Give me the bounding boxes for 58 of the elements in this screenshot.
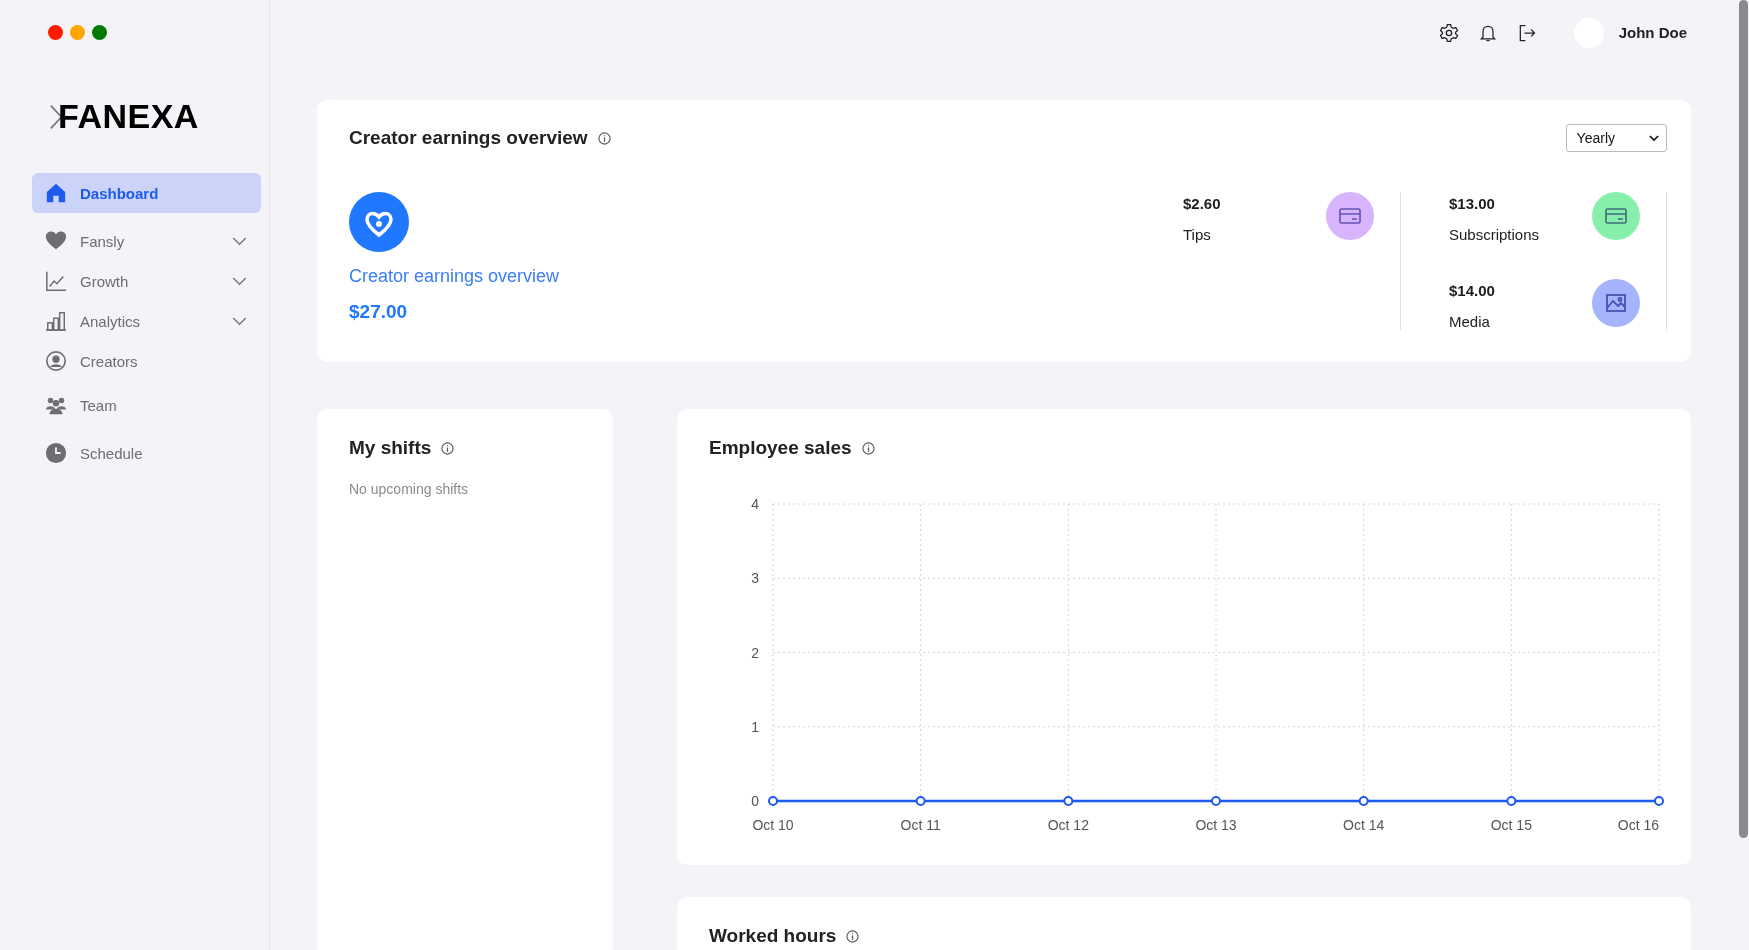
- bar-chart-icon: [45, 310, 67, 332]
- scrollbar[interactable]: [1739, 0, 1748, 838]
- period-select[interactable]: Yearly: [1565, 124, 1667, 152]
- stat-amount: $2.60: [1183, 195, 1221, 212]
- data-point: [1211, 796, 1221, 806]
- user-name[interactable]: John Doe: [1618, 24, 1687, 41]
- clock-icon: [45, 442, 67, 464]
- heart-badge-icon: [349, 192, 409, 252]
- axis-tick-label: 4: [751, 496, 759, 512]
- sidebar-item[interactable]: Fansly: [32, 221, 261, 261]
- axis-tick-label: Oct 12: [1047, 817, 1089, 833]
- window-control[interactable]: [92, 25, 107, 40]
- chart-line-icon: [45, 270, 67, 292]
- axis-tick-label: 1: [751, 718, 759, 735]
- axis-tick-label: Oct 15: [1490, 817, 1532, 833]
- info-icon[interactable]: [846, 929, 860, 943]
- card-title: Employee sales: [709, 437, 852, 459]
- card-title: My shifts: [349, 437, 432, 459]
- axis-tick-label: 0: [751, 793, 759, 809]
- axis-tick-label: Oct 10: [752, 817, 794, 833]
- stat-amount: $13.00: [1449, 195, 1496, 212]
- stat-label: Subscriptions: [1449, 226, 1540, 243]
- data-point: [768, 796, 778, 806]
- caret-icon: [1649, 134, 1659, 142]
- axis-tick-label: Oct 13: [1195, 817, 1237, 833]
- sidebar-item[interactable]: Analytics: [32, 301, 261, 341]
- user-circle-icon: [45, 350, 67, 372]
- sidebar-item[interactable]: Schedule: [32, 429, 261, 477]
- axis-tick-label: 2: [751, 644, 759, 661]
- empty-message: No upcoming shifts: [349, 481, 470, 497]
- stat-label: Media: [1449, 313, 1491, 330]
- window-control[interactable]: [48, 25, 63, 40]
- axis-tick-label: Oct 11: [900, 817, 941, 833]
- info-icon[interactable]: [861, 441, 875, 455]
- sidebar-item[interactable]: Creators: [32, 341, 261, 381]
- sidebar-item[interactable]: Growth: [32, 261, 261, 301]
- card-title: Creator earnings overview: [349, 127, 588, 149]
- settings-icon[interactable]: [1438, 22, 1459, 43]
- axis-tick-label: Oct 14: [1343, 817, 1385, 833]
- heart-icon: [45, 230, 67, 252]
- earnings-link[interactable]: Creator earnings overview: [349, 266, 560, 287]
- card-title: Worked hours: [709, 925, 837, 947]
- info-icon[interactable]: [441, 441, 455, 455]
- sidebar-item[interactable]: Dashboard: [32, 173, 261, 213]
- stat-label: Tips: [1183, 226, 1212, 243]
- total-amount: $27.00: [349, 301, 408, 323]
- data-point: [1654, 796, 1664, 806]
- home-icon: [45, 182, 67, 204]
- data-point: [1358, 796, 1369, 806]
- logo: FANEXA: [58, 97, 199, 136]
- data-point: [1506, 796, 1517, 806]
- data-point: [1063, 796, 1074, 806]
- axis-tick-label: Oct 16: [1617, 817, 1659, 833]
- stat-amount: $14.00: [1449, 282, 1495, 299]
- info-icon[interactable]: [597, 131, 611, 145]
- data-point: [915, 796, 926, 806]
- sidebar-item[interactable]: Team: [32, 381, 261, 429]
- axis-tick-label: 3: [751, 570, 759, 587]
